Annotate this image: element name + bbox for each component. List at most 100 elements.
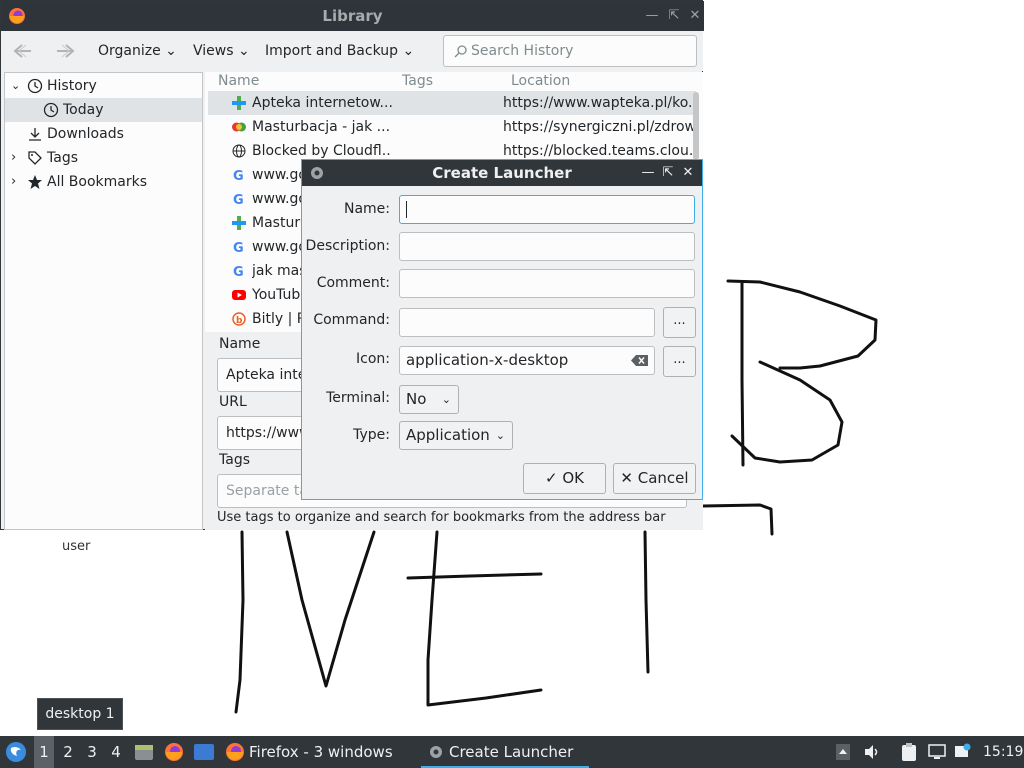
task-create-launcher[interactable]: Create Launcher xyxy=(449,736,573,768)
row-location: https://www.wapteka.pl/ko... xyxy=(503,95,693,111)
back-icon[interactable] xyxy=(12,42,34,60)
forward-icon[interactable] xyxy=(54,42,76,60)
column-header-tags[interactable]: Tags xyxy=(402,73,433,89)
sidebar-item-today[interactable]: Today xyxy=(5,98,202,122)
library-title: Library xyxy=(322,7,383,25)
google-icon: G xyxy=(233,169,244,182)
text-cursor xyxy=(406,201,407,218)
close-icon[interactable]: ✕ xyxy=(685,1,705,31)
terminal-label: Terminal: xyxy=(326,390,390,406)
plus-icon xyxy=(232,216,246,230)
search-input[interactable]: Search History xyxy=(443,35,697,67)
row-name: Apteka internetow... xyxy=(252,95,392,111)
comment-label: Comment: xyxy=(316,275,390,291)
terminal-select[interactable]: No ⌄ xyxy=(399,385,459,414)
file-manager-icon[interactable] xyxy=(134,742,154,762)
google-icon: G xyxy=(233,265,244,278)
cancel-button[interactable]: ✕ Cancel xyxy=(613,463,696,494)
sidebar-item-history[interactable]: ⌄ History xyxy=(5,74,202,98)
library-titlebar[interactable]: Library — ⇱ ✕ xyxy=(1,1,704,31)
type-label: Type: xyxy=(353,427,390,443)
column-header-name[interactable]: Name xyxy=(218,73,259,89)
desktop-tooltip: desktop 1 xyxy=(37,698,123,730)
comment-field[interactable] xyxy=(399,269,695,298)
details-name-label: Name xyxy=(219,336,261,352)
workspace-3[interactable]: 3 xyxy=(82,736,102,768)
minimize-icon[interactable]: — xyxy=(642,1,662,31)
icon-browse-button[interactable]: ... xyxy=(663,346,696,377)
network-icon[interactable] xyxy=(928,743,946,761)
type-select[interactable]: Application ⌄ xyxy=(399,421,513,450)
organize-menu[interactable]: Organize ⌄ xyxy=(98,43,177,59)
command-browse-button[interactable]: ... xyxy=(663,307,696,338)
desktop-user-label: user xyxy=(62,539,91,554)
list-item[interactable]: Apteka internetow... https://www.wapteka… xyxy=(208,91,696,115)
import-backup-menu[interactable]: Import and Backup ⌄ xyxy=(265,43,414,59)
command-field[interactable] xyxy=(399,308,655,337)
clear-icon[interactable] xyxy=(631,355,648,366)
taskbar: 1 2 3 4 Firefox - 3 windows Create Launc… xyxy=(0,736,1024,768)
search-placeholder: Search History xyxy=(471,43,574,59)
sidebar-item-all-bookmarks[interactable]: › All Bookmarks xyxy=(5,170,202,194)
description-label: Description: xyxy=(305,238,390,254)
maximize-icon[interactable]: ⇱ xyxy=(659,160,677,186)
download-icon xyxy=(29,128,41,141)
details-hint: Use tags to organize and search for book… xyxy=(217,510,666,525)
terminal-value: No xyxy=(406,390,427,408)
icon-field[interactable]: application-x-desktop xyxy=(399,346,655,375)
star-icon xyxy=(28,175,42,189)
maximize-icon[interactable]: ⇱ xyxy=(664,1,684,31)
google-icon: G xyxy=(233,193,244,206)
workspace-4[interactable]: 4 xyxy=(106,736,126,768)
chevron-down-icon: ⌄ xyxy=(233,43,250,59)
workspace-1[interactable]: 1 xyxy=(34,736,54,768)
notification-icon[interactable] xyxy=(954,743,972,761)
tray-up-icon[interactable] xyxy=(836,744,850,760)
search-icon xyxy=(454,45,467,58)
svg-text:G: G xyxy=(233,241,244,254)
library-sidebar: ⌄ History Today Downloads › Tags › All B… xyxy=(4,72,203,530)
sidebar-item-downloads[interactable]: Downloads xyxy=(5,122,202,146)
row-name: Masturbacja - jak ... xyxy=(252,119,391,135)
icon-value: application-x-desktop xyxy=(406,351,569,369)
clock-icon xyxy=(43,102,59,118)
plus-icon xyxy=(232,96,246,110)
create-launcher-dialog: Create Launcher — ⇱ ✕ Name: Description:… xyxy=(301,159,703,500)
chevron-down-icon: ⌄ xyxy=(495,429,505,442)
task-firefox[interactable]: Firefox - 3 windows xyxy=(249,736,393,768)
list-scrollbar[interactable] xyxy=(693,92,699,160)
views-menu[interactable]: Views ⌄ xyxy=(193,43,250,59)
name-label: Name: xyxy=(343,201,390,217)
firefox-icon xyxy=(226,743,244,761)
clock-icon xyxy=(27,78,43,94)
close-icon[interactable]: ✕ xyxy=(679,160,697,186)
check-icon: ✓ xyxy=(545,469,563,487)
ok-button[interactable]: ✓ OK xyxy=(523,463,606,494)
list-item[interactable]: Masturbacja - jak ... https://synergiczn… xyxy=(208,115,696,139)
volume-icon[interactable] xyxy=(863,743,881,761)
chevron-right-icon: › xyxy=(11,174,17,189)
description-field[interactable] xyxy=(399,232,695,261)
svg-text:G: G xyxy=(233,265,244,278)
firefox-icon[interactable] xyxy=(164,742,184,762)
organize-label: Organize xyxy=(98,43,161,59)
synergia-icon xyxy=(232,122,246,132)
clipboard-icon[interactable] xyxy=(900,742,918,762)
gear-icon xyxy=(430,746,442,758)
bitly-icon: b xyxy=(232,312,246,326)
desktop-icon[interactable] xyxy=(193,743,215,761)
details-url-label: URL xyxy=(219,394,247,410)
sidebar-item-label: Downloads xyxy=(47,126,124,142)
column-header-location[interactable]: Location xyxy=(511,73,570,89)
name-field[interactable] xyxy=(399,195,695,224)
import-backup-label: Import and Backup xyxy=(265,43,399,59)
clock[interactable]: 15:19 xyxy=(983,736,1023,768)
dialog-titlebar[interactable]: Create Launcher — ⇱ ✕ xyxy=(302,160,702,186)
minimize-icon[interactable]: — xyxy=(639,160,657,186)
sidebar-item-tags[interactable]: › Tags xyxy=(5,146,202,170)
start-menu-icon[interactable] xyxy=(5,741,27,763)
views-label: Views xyxy=(193,43,234,59)
svg-text:G: G xyxy=(233,169,244,182)
workspace-2[interactable]: 2 xyxy=(58,736,78,768)
sidebar-item-label: All Bookmarks xyxy=(47,174,148,190)
